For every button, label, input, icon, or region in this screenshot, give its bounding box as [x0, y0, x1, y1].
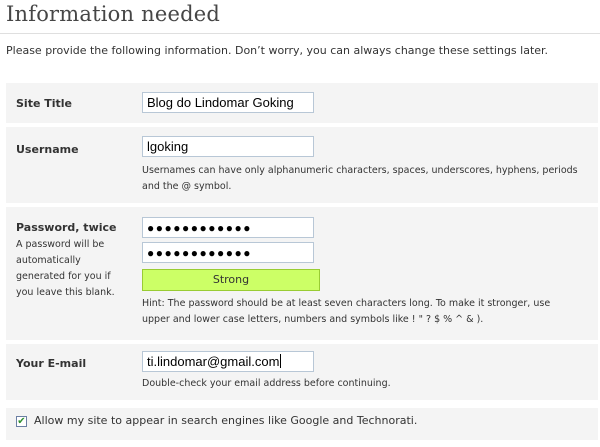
- intro-text: Please provide the following information…: [6, 44, 549, 57]
- username-label: Username: [16, 143, 79, 156]
- password-hint-line: Hint: The password should be at least se…: [142, 298, 551, 309]
- username-hint-line: Usernames can have only alphanumeric cha…: [142, 165, 578, 176]
- username-hint-line: and the @ symbol.: [142, 181, 232, 192]
- title-divider: [0, 33, 600, 34]
- text-cursor: [280, 354, 282, 368]
- email-hint: Double-check your email address before c…: [142, 378, 391, 389]
- password-description: A password will be automatically generat…: [16, 237, 126, 301]
- password-label: Password, twice: [16, 221, 117, 234]
- username-hint: Usernames can have only alphanumeric cha…: [142, 163, 578, 195]
- password-description-line: you leave this blank.: [16, 287, 115, 298]
- username-input[interactable]: lgoking: [142, 136, 314, 157]
- password-input[interactable]: ●●●●●●●●●●●●: [142, 217, 314, 238]
- password-description-line: automatically: [16, 255, 81, 266]
- email-row: Your E-mail ti.lindomar@gmail.com Double…: [6, 344, 598, 400]
- email-label: Your E-mail: [16, 357, 87, 370]
- password-hint-line: upper and lower case letters, numbers an…: [142, 314, 484, 325]
- email-input-value: ti.lindomar@gmail.com: [147, 354, 280, 369]
- password-description-line: A password will be: [16, 239, 105, 250]
- site-title-input[interactable]: Blog do Lindomar Goking: [142, 92, 314, 113]
- page-title: Information needed: [6, 2, 220, 26]
- password-confirm-input[interactable]: ●●●●●●●●●●●●: [142, 242, 314, 263]
- site-title-row: Site Title Blog do Lindomar Goking: [6, 83, 598, 123]
- privacy-row: ✔ Allow my site to appear in search engi…: [6, 408, 598, 440]
- password-description-line: generated for you if: [16, 271, 111, 282]
- email-input[interactable]: ti.lindomar@gmail.com: [142, 351, 314, 372]
- password-strength-indicator: Strong: [142, 269, 320, 291]
- site-title-label: Site Title: [16, 97, 73, 110]
- password-row: Password, twice A password will be autom…: [6, 207, 598, 340]
- privacy-label[interactable]: Allow my site to appear in search engine…: [34, 414, 417, 427]
- username-row: Username lgoking Usernames can have only…: [6, 127, 598, 203]
- password-hint: Hint: The password should be at least se…: [142, 296, 550, 328]
- check-icon: ✔: [17, 416, 26, 427]
- privacy-checkbox[interactable]: ✔: [16, 416, 27, 427]
